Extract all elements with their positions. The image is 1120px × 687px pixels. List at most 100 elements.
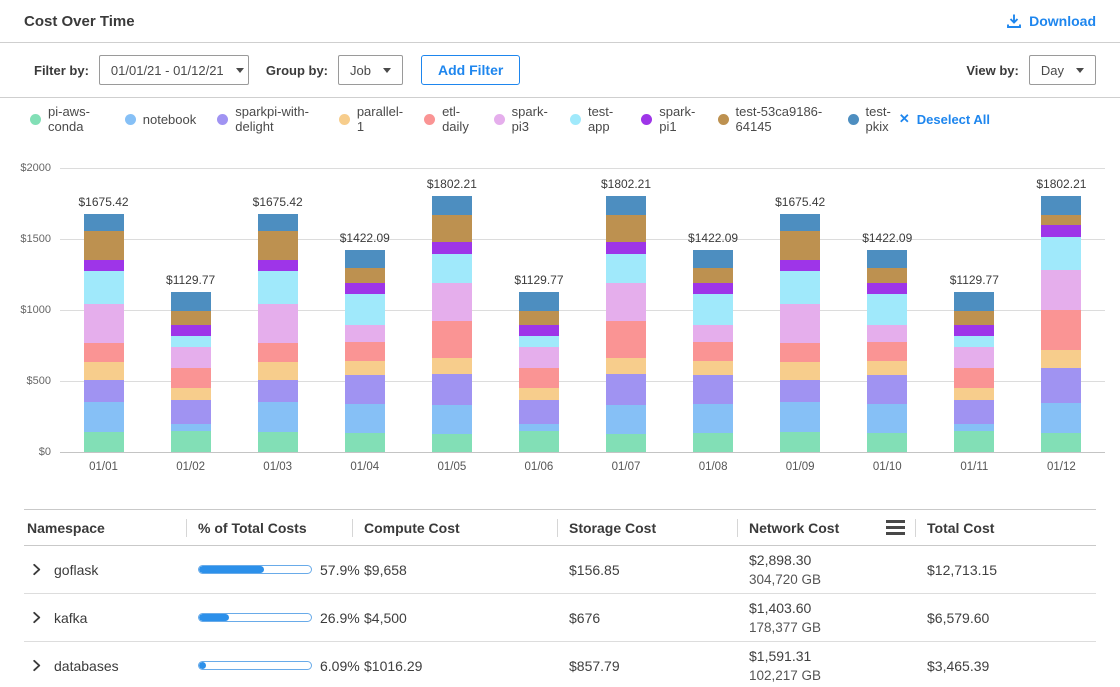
bar-segment-etl-daily[interactable] — [171, 368, 211, 388]
bar-segment-sparkpi-with-delight[interactable] — [954, 400, 994, 423]
bar-segment-etl-daily[interactable] — [519, 368, 559, 388]
bar-segment-spark-pi3[interactable] — [171, 347, 211, 368]
bar-segment-spark-pi3[interactable] — [780, 304, 820, 344]
bar-segment-sparkpi-with-delight[interactable] — [519, 400, 559, 423]
bar-segment-test-pkix[interactable] — [954, 292, 994, 312]
bar-segment-parallel-1[interactable] — [606, 358, 646, 375]
bar-segment-notebook[interactable] — [954, 424, 994, 432]
bar-segment-spark-pi3[interactable] — [606, 283, 646, 321]
bar-segment-test-53ca9186-64145[interactable] — [1041, 215, 1081, 225]
bar-segment-etl-daily[interactable] — [345, 342, 385, 361]
bar-segment-pi-aws-conda[interactable] — [345, 433, 385, 452]
add-filter-button[interactable]: Add Filter — [421, 55, 520, 85]
bar-segment-pi-aws-conda[interactable] — [693, 433, 733, 452]
bar-segment-spark-pi1[interactable] — [345, 283, 385, 294]
bar-segment-test-53ca9186-64145[interactable] — [258, 231, 298, 260]
expand-chevron-icon[interactable] — [30, 659, 43, 672]
bar-segment-etl-daily[interactable] — [432, 321, 472, 357]
bar-segment-test-53ca9186-64145[interactable] — [84, 231, 124, 260]
bar-segment-pi-aws-conda[interactable] — [258, 432, 298, 452]
bar-segment-test-53ca9186-64145[interactable] — [345, 268, 385, 283]
stacked-bar-01/08[interactable] — [693, 250, 733, 452]
bar-segment-spark-pi3[interactable] — [345, 325, 385, 342]
legend-item-sparkpi-with-delight[interactable]: sparkpi-with-delight — [217, 104, 318, 134]
bar-segment-notebook[interactable] — [258, 402, 298, 432]
bar-segment-test-app[interactable] — [171, 336, 211, 347]
bar-segment-test-53ca9186-64145[interactable] — [693, 268, 733, 283]
bar-segment-spark-pi1[interactable] — [693, 283, 733, 294]
bar-segment-sparkpi-with-delight[interactable] — [258, 380, 298, 402]
bar-segment-notebook[interactable] — [84, 402, 124, 432]
bar-segment-test-pkix[interactable] — [84, 214, 124, 231]
bar-segment-test-app[interactable] — [693, 294, 733, 325]
bar-segment-spark-pi1[interactable] — [171, 325, 211, 336]
bar-segment-spark-pi1[interactable] — [1041, 225, 1081, 237]
bar-segment-pi-aws-conda[interactable] — [954, 431, 994, 452]
download-button[interactable]: Download — [1006, 13, 1096, 29]
bar-segment-test-app[interactable] — [867, 294, 907, 325]
bar-segment-etl-daily[interactable] — [258, 343, 298, 362]
legend-item-test-app[interactable]: test-app — [570, 104, 620, 134]
bar-segment-parallel-1[interactable] — [693, 361, 733, 375]
bar-segment-notebook[interactable] — [432, 405, 472, 434]
bar-segment-pi-aws-conda[interactable] — [780, 432, 820, 452]
bar-segment-pi-aws-conda[interactable] — [1041, 433, 1081, 452]
bar-segment-spark-pi3[interactable] — [1041, 270, 1081, 310]
date-range-select[interactable]: 01/01/21 - 01/12/21 — [99, 55, 249, 85]
bar-segment-parallel-1[interactable] — [171, 388, 211, 401]
group-by-select[interactable]: Job — [338, 55, 403, 85]
bar-segment-test-53ca9186-64145[interactable] — [954, 311, 994, 325]
bar-segment-etl-daily[interactable] — [954, 368, 994, 388]
bar-segment-test-app[interactable] — [84, 271, 124, 304]
bar-segment-pi-aws-conda[interactable] — [432, 434, 472, 452]
bar-segment-spark-pi1[interactable] — [780, 260, 820, 270]
bar-segment-notebook[interactable] — [345, 404, 385, 433]
bar-segment-test-53ca9186-64145[interactable] — [432, 215, 472, 242]
bar-segment-sparkpi-with-delight[interactable] — [345, 375, 385, 404]
bar-segment-notebook[interactable] — [780, 402, 820, 432]
bar-segment-sparkpi-with-delight[interactable] — [1041, 368, 1081, 402]
bar-segment-test-pkix[interactable] — [519, 292, 559, 312]
bar-segment-notebook[interactable] — [606, 405, 646, 434]
bar-segment-spark-pi3[interactable] — [867, 325, 907, 342]
bar-segment-test-pkix[interactable] — [432, 196, 472, 215]
bar-segment-parallel-1[interactable] — [519, 388, 559, 401]
bar-segment-etl-daily[interactable] — [1041, 310, 1081, 351]
bar-segment-spark-pi1[interactable] — [954, 325, 994, 336]
bar-segment-etl-daily[interactable] — [84, 343, 124, 362]
legend-item-spark-pi3[interactable]: spark-pi3 — [494, 104, 549, 134]
bar-segment-test-app[interactable] — [1041, 237, 1081, 270]
bar-segment-spark-pi3[interactable] — [519, 347, 559, 368]
bar-segment-test-pkix[interactable] — [345, 250, 385, 268]
bar-segment-spark-pi1[interactable] — [258, 260, 298, 270]
legend-item-spark-pi1[interactable]: spark-pi1 — [641, 104, 696, 134]
legend-item-test-pkix[interactable]: test-pkix — [848, 104, 899, 134]
bar-segment-spark-pi3[interactable] — [258, 304, 298, 344]
bar-segment-etl-daily[interactable] — [693, 342, 733, 361]
legend-item-parallel-1[interactable]: parallel-1 — [339, 104, 403, 134]
bar-segment-test-53ca9186-64145[interactable] — [606, 215, 646, 242]
bar-segment-pi-aws-conda[interactable] — [606, 434, 646, 452]
bar-segment-spark-pi1[interactable] — [519, 325, 559, 336]
table-row-databases[interactable]: databases6.09%$1016.29$857.79$1,591.3110… — [24, 642, 1096, 687]
bar-segment-test-pkix[interactable] — [1041, 196, 1081, 215]
bar-segment-test-app[interactable] — [606, 254, 646, 283]
bar-segment-parallel-1[interactable] — [780, 362, 820, 379]
bar-segment-test-app[interactable] — [954, 336, 994, 347]
stacked-bar-01/09[interactable] — [780, 214, 820, 452]
bar-segment-test-pkix[interactable] — [780, 214, 820, 231]
bar-segment-spark-pi3[interactable] — [84, 304, 124, 344]
expand-chevron-icon[interactable] — [30, 611, 43, 624]
bar-segment-test-pkix[interactable] — [606, 196, 646, 215]
stacked-bar-01/10[interactable] — [867, 250, 907, 452]
bar-segment-test-app[interactable] — [519, 336, 559, 347]
stacked-bar-01/02[interactable] — [171, 292, 211, 452]
bar-segment-test-pkix[interactable] — [171, 292, 211, 312]
bar-segment-parallel-1[interactable] — [432, 358, 472, 375]
bar-segment-sparkpi-with-delight[interactable] — [693, 375, 733, 404]
bar-segment-test-53ca9186-64145[interactable] — [519, 311, 559, 325]
bar-segment-sparkpi-with-delight[interactable] — [432, 374, 472, 405]
stacked-bar-01/06[interactable] — [519, 292, 559, 452]
bar-segment-pi-aws-conda[interactable] — [867, 433, 907, 452]
bar-segment-parallel-1[interactable] — [345, 361, 385, 375]
